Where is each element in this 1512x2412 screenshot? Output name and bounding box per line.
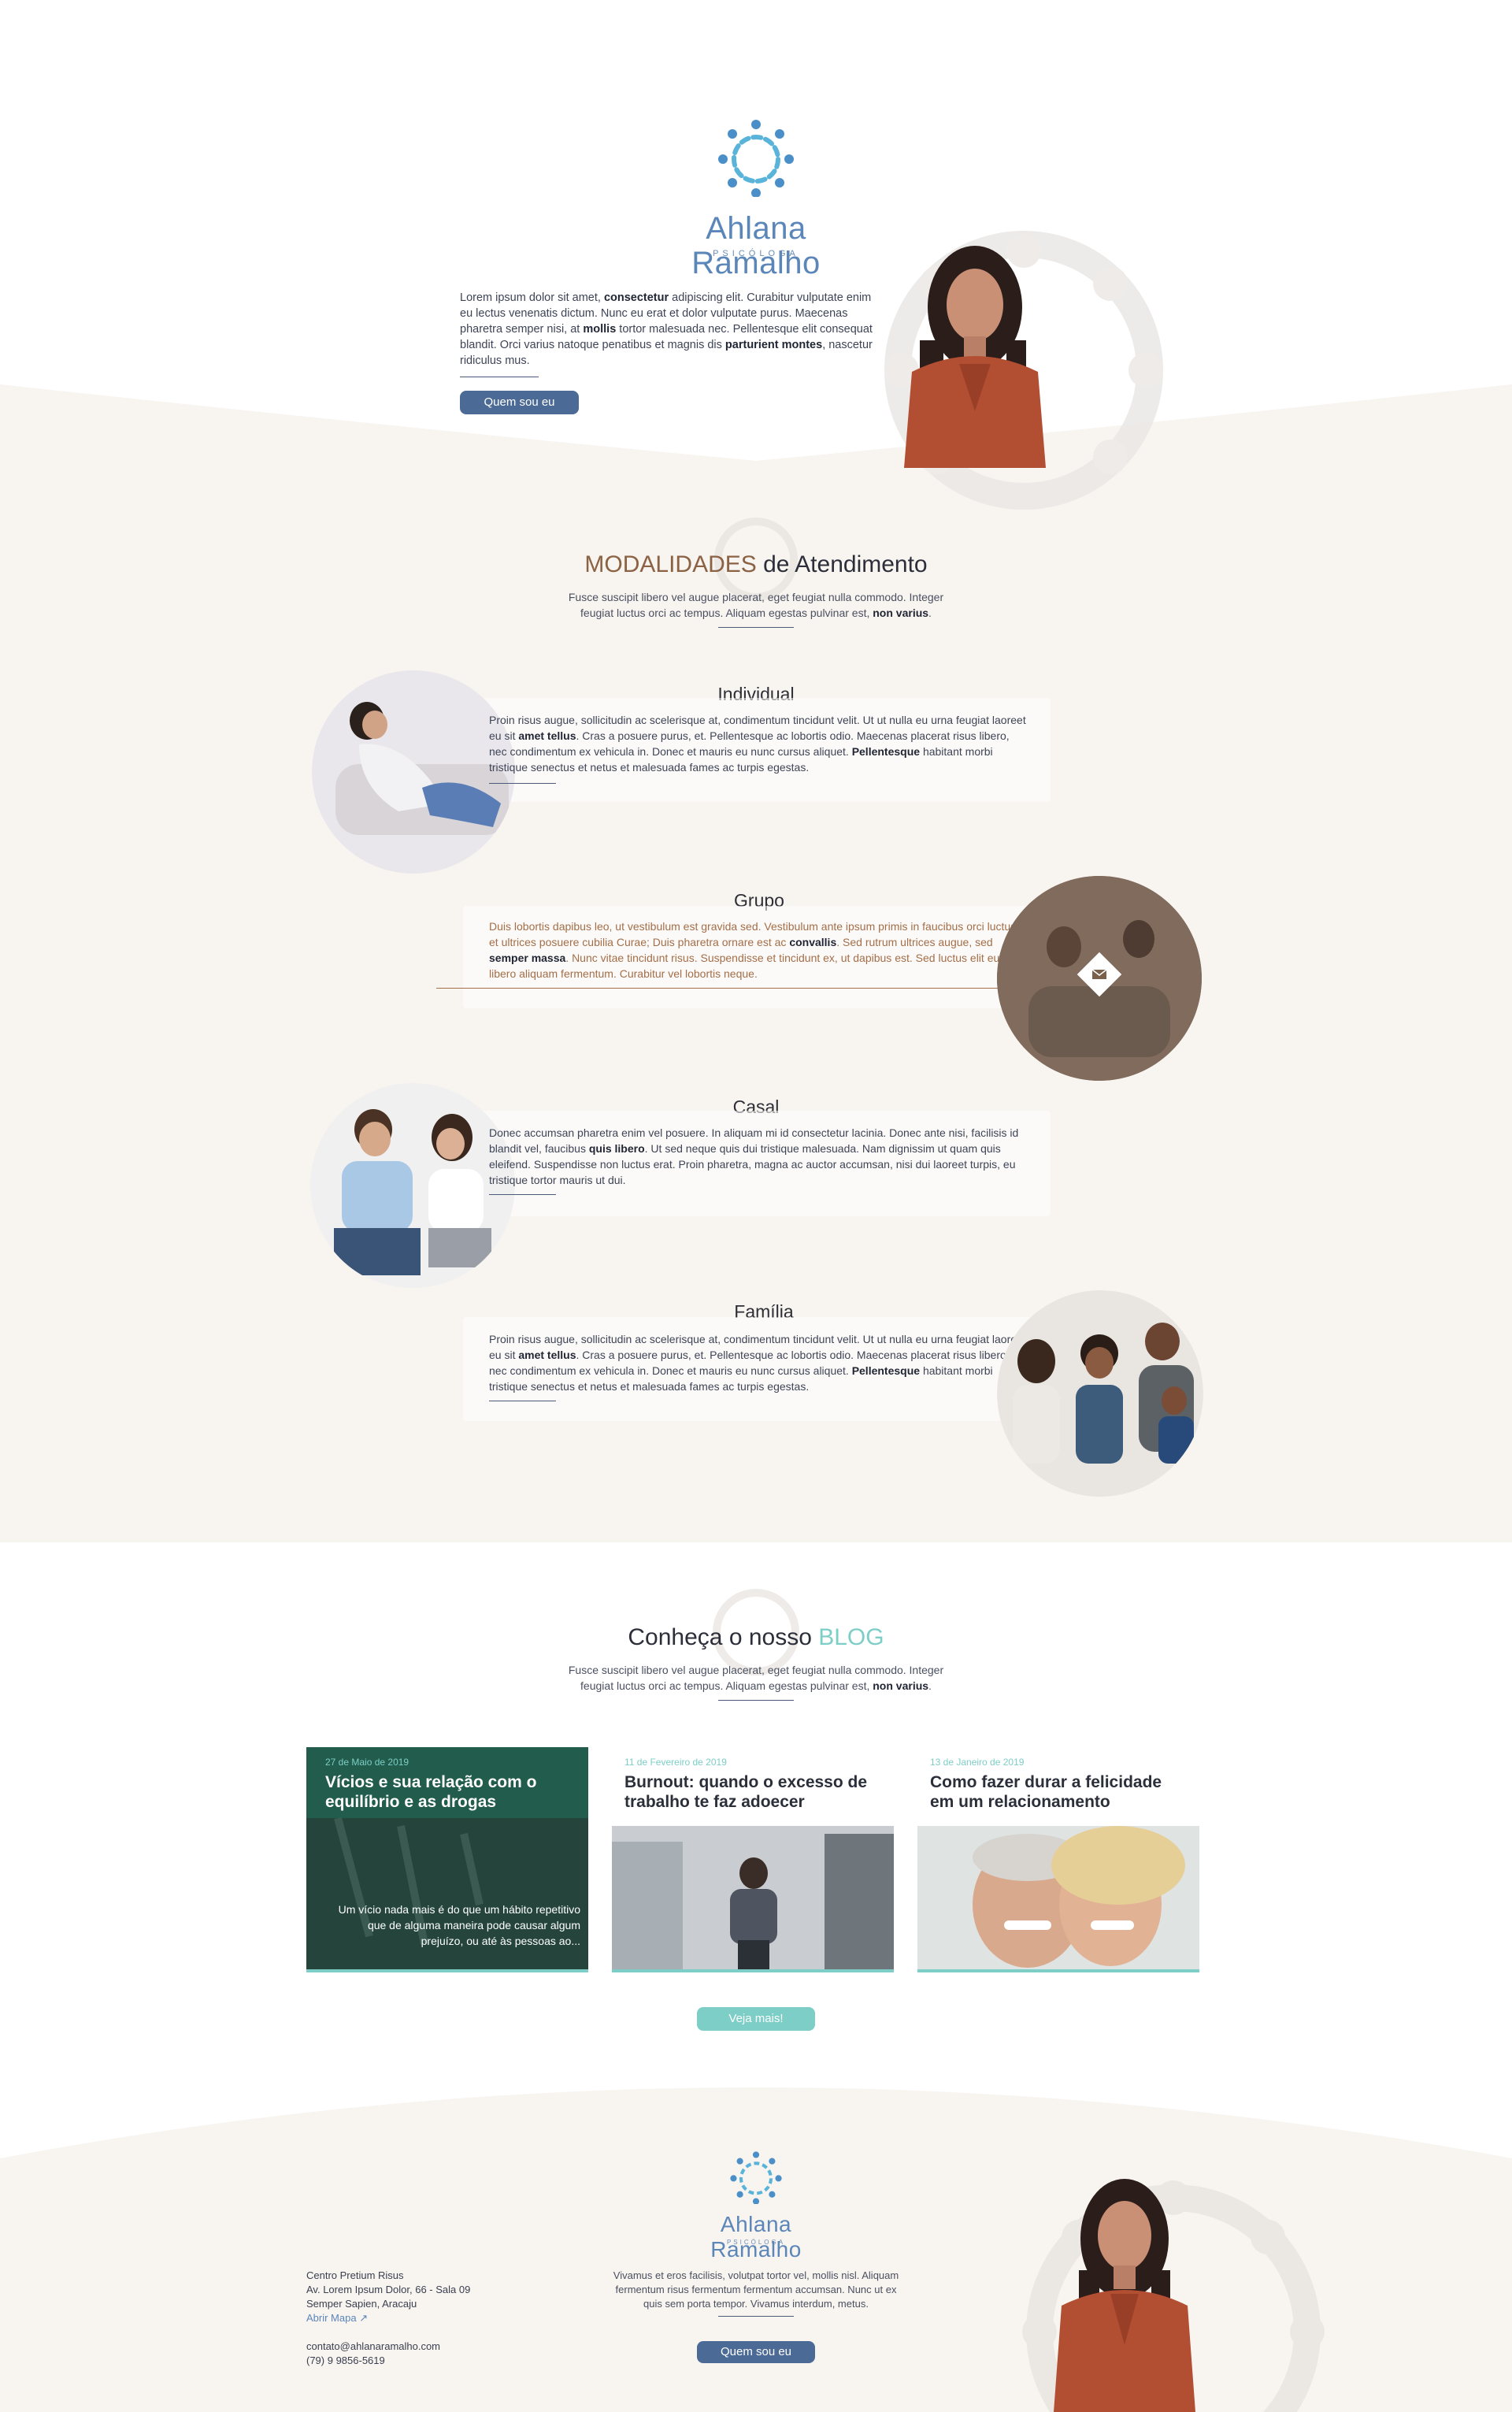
footer-logo[interactable]: Ahlana Ramalho PSICÓLOGA	[677, 2150, 835, 2262]
footer-address: Centro Pretium Risus Av. Lorem Ipsum Dol…	[306, 2269, 527, 2368]
footer-about-me-button[interactable]: Quem sou eu	[697, 2341, 815, 2363]
blog-post-card[interactable]: 11 de Fevereiro de 2019 Burnout: quando …	[612, 1747, 894, 1972]
footer-divider	[718, 2316, 794, 2317]
logo-emblem-icon	[730, 2151, 782, 2204]
address-line: Centro Pretium Risus	[306, 2269, 404, 2281]
brand-subtitle: PSICÓLOGA	[726, 2239, 786, 2246]
hero-portrait-image	[904, 246, 1046, 468]
brand-name: Ahlana Ramalho	[710, 2212, 802, 2262]
modality-divider-individual	[489, 783, 556, 784]
modality-text-casal: Donec accumsan pharetra enim vel posuere…	[489, 1126, 1019, 1186]
modalidades-divider	[718, 627, 794, 628]
more-posts-button[interactable]: Veja mais!	[697, 2007, 815, 2031]
modality-divider-grupo	[436, 988, 1024, 989]
blog-post-card[interactable]: 27 de Maio de 2019 Vícios e sua relação …	[306, 1747, 588, 1972]
brand-logo[interactable]: Ahlana Ramalho PSICÓLOGA	[646, 118, 866, 280]
modality-image-grupo[interactable]	[997, 876, 1202, 1081]
footer-paragraph: Vivamus et eros facilisis, volutpat tort…	[613, 2269, 899, 2310]
footer-portrait-image	[1054, 2179, 1195, 2412]
blog-post-date: 11 de Fevereiro de 2019	[624, 1757, 727, 1768]
blog-post-excerpt: Um vício nada mais é do que um hábito re…	[338, 1903, 580, 1947]
envelope-icon	[1091, 969, 1107, 979]
modality-image-casal	[310, 1083, 515, 1288]
brand-name: Ahlana Ramalho	[691, 211, 821, 280]
modality-text-grupo: Duis lobortis dapibus leo, ut vestibulum…	[489, 920, 1017, 980]
contact-email[interactable]: contato@ahlanaramalho.com	[306, 2340, 527, 2354]
address-line: Semper Sapien, Aracaju	[306, 2298, 417, 2310]
blog-post-title[interactable]: Burnout: quando o excesso de trabalho te…	[624, 1772, 869, 1812]
modalidades-subtitle: Fusce suscipit libero vel augue placerat…	[568, 591, 944, 619]
address-line: Av. Lorem Ipsum Dolor, 66 - Sala 09	[306, 2284, 471, 2295]
blog-divider	[718, 1700, 794, 1701]
logo-emblem-icon	[718, 120, 794, 197]
modalidades-title: MODALIDADES de Atendimento	[584, 551, 928, 577]
about-me-button[interactable]: Quem sou eu	[460, 391, 579, 414]
blog-post-date: 27 de Maio de 2019	[325, 1757, 410, 1768]
modality-image-individual	[312, 670, 515, 874]
hero-paragraph: Lorem ipsum dolor sit amet, consectetur …	[460, 291, 873, 367]
blog-post-card[interactable]: 13 de Janeiro de 2019 Como fazer durar a…	[917, 1747, 1199, 1972]
modality-image-familia	[997, 1290, 1203, 1497]
blog-title: Conheça o nosso BLOG	[628, 1624, 884, 1650]
brand-subtitle: PSICÓLOGA	[713, 249, 799, 258]
modality-text-familia: Proin risus augue, sollicitudin ac scele…	[489, 1333, 1026, 1393]
open-map-link[interactable]: Abrir Mapa ↗	[306, 2311, 527, 2325]
modality-divider-casal	[489, 1194, 556, 1195]
blog-post-image	[612, 1826, 894, 1972]
blog-subtitle: Fusce suscipit libero vel augue placerat…	[568, 1664, 944, 1692]
blog-post-image	[917, 1826, 1199, 1972]
modality-text-individual: Proin risus augue, sollicitudin ac scele…	[489, 714, 1026, 774]
external-link-icon: ↗	[359, 2312, 369, 2324]
blog-post-date: 13 de Janeiro de 2019	[930, 1757, 1025, 1768]
blog-post-title[interactable]: Como fazer durar a felicidade em um rela…	[930, 1772, 1174, 1812]
contact-phone: (79) 9 9856-5619	[306, 2354, 385, 2366]
blog-post-title[interactable]: Vícios e sua relação com o equilíbrio e …	[325, 1772, 546, 1812]
